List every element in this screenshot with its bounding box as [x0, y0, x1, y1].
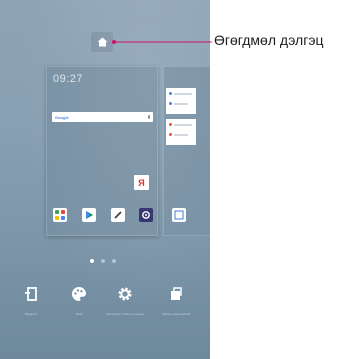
callout-line: [112, 40, 212, 44]
default-home-screen-label: Өгөгдмөл дэлгэц: [214, 32, 324, 48]
